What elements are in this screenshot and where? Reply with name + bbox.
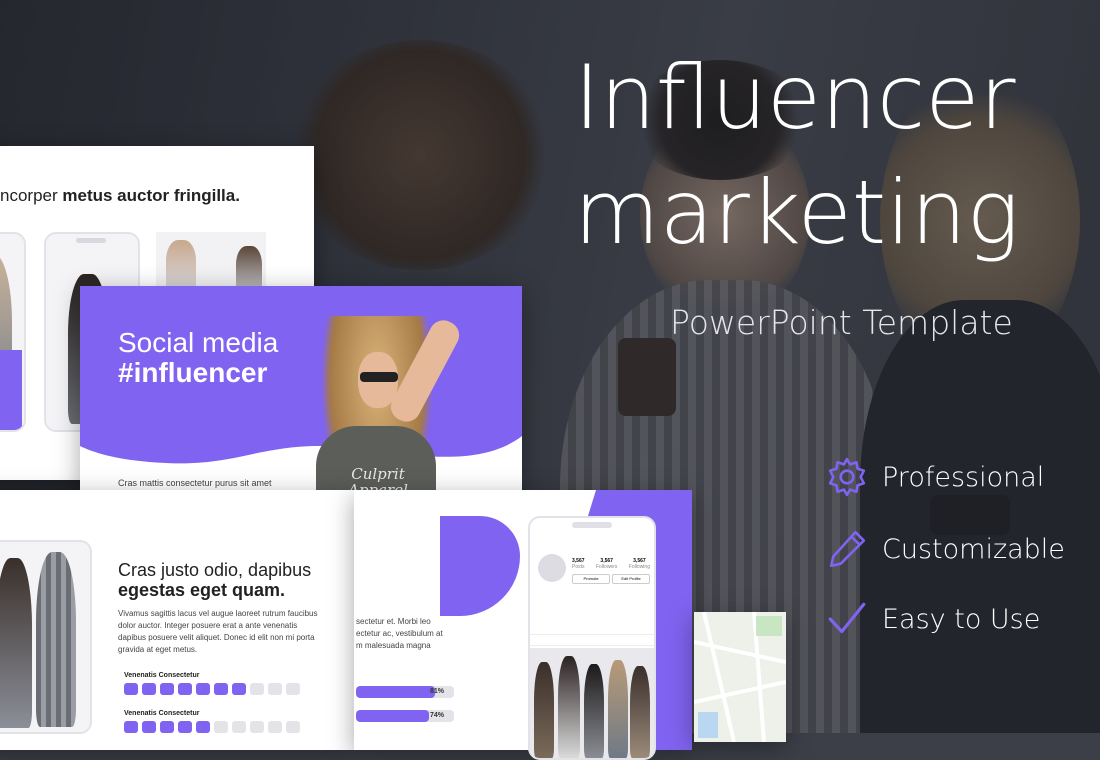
person-photo xyxy=(166,240,196,292)
profile-stats: 3,567 Posts 3,567 Followers 3,567 Follow… xyxy=(572,558,650,570)
purple-blob xyxy=(440,516,520,616)
sunglasses xyxy=(360,372,398,382)
checkmark-icon xyxy=(828,602,866,634)
promote-button[interactable]: Promote xyxy=(572,574,610,584)
feature-label: Easy to Use xyxy=(882,603,1041,635)
hero-title-line1: Influencer xyxy=(574,46,1016,149)
stat-following: 3,567 Following xyxy=(628,558,650,570)
progress-row-2: Venenatis Consectetur xyxy=(124,710,300,733)
person-photo xyxy=(558,656,580,758)
slide-bottom-left: Cras justo odio, dapibus egestas eget qu… xyxy=(0,490,354,750)
phone-mockup-left xyxy=(0,232,26,432)
percent-bar-fill xyxy=(356,710,429,722)
bar-segment xyxy=(178,683,192,695)
person-photo xyxy=(0,558,32,728)
person-photo xyxy=(534,662,554,758)
slide-bottom-heading: Cras justo odio, dapibus egestas eget qu… xyxy=(118,560,312,600)
bar-segment xyxy=(214,721,228,733)
bar-segment xyxy=(214,683,228,695)
person-photo xyxy=(584,664,604,758)
map-graphic xyxy=(694,612,786,742)
person-photo xyxy=(630,666,650,758)
stat-followers: 3,567 Followers xyxy=(595,558,618,570)
purple-corner xyxy=(0,490,10,540)
slide-bottom-body: Vivamus sagittis lacus vel augue laoreet… xyxy=(118,609,318,654)
bar-segment xyxy=(124,721,138,733)
bar-segment xyxy=(160,721,174,733)
profile-tabs xyxy=(530,634,654,646)
segment-bar xyxy=(124,721,300,733)
percent-bar-fill xyxy=(356,686,436,698)
bar-segment xyxy=(286,683,300,695)
bar-segment xyxy=(250,683,264,695)
slide-top-heading: ncorper metus auctor fringilla. xyxy=(0,186,240,205)
segment-bar xyxy=(124,683,300,695)
bar-segment xyxy=(196,683,210,695)
phone-notch xyxy=(76,238,106,243)
person-photo xyxy=(36,552,76,727)
bar-segment xyxy=(178,721,192,733)
hero-subtitle: PowerPoint Template xyxy=(670,303,1013,342)
phone-mockup-profile: 3,567 Posts 3,567 Followers 3,567 Follow… xyxy=(528,516,656,760)
bar-segment xyxy=(142,683,156,695)
bar-segment xyxy=(196,721,210,733)
percent-bar-2: 74% xyxy=(356,710,454,722)
profile-avatar xyxy=(538,554,566,582)
map-slide xyxy=(694,612,786,742)
edit-profile-button[interactable]: Edit Profile xyxy=(612,574,650,584)
percent-bar-1: 81% xyxy=(356,686,454,698)
feature-customizable: Customizable xyxy=(826,528,1065,570)
slide-caption: Cras mattis consectetur purus sit amet xyxy=(118,478,272,488)
purple-block xyxy=(0,350,22,430)
group-photo xyxy=(156,232,266,292)
bar-segment xyxy=(232,683,246,695)
phone-notch xyxy=(572,522,612,528)
bar-segment xyxy=(268,683,282,695)
person-photo xyxy=(608,660,628,758)
hero-title-line2: marketing xyxy=(574,161,1020,264)
slide-title: Social media #influencer xyxy=(118,327,279,388)
gear-icon xyxy=(828,457,866,497)
bar-segment xyxy=(268,721,282,733)
profile-grid-photo xyxy=(530,648,654,758)
stat-posts: 3,567 Posts xyxy=(572,558,585,570)
phone-mockup-bottom xyxy=(0,540,92,734)
feature-label: Customizable xyxy=(882,533,1065,565)
feature-easy-to-use: Easy to Use xyxy=(826,598,1040,640)
bar-segment xyxy=(286,721,300,733)
feature-professional: Professional xyxy=(826,456,1044,498)
bar-segment xyxy=(160,683,174,695)
slide-mid-text: sectetur et. Morbi leo ectetur ac, vesti… xyxy=(356,617,443,650)
bar-segment xyxy=(142,721,156,733)
map-park xyxy=(756,616,782,636)
map-water xyxy=(698,712,718,738)
progress-row-1: Venenatis Consectetur xyxy=(124,672,300,695)
bar-segment xyxy=(232,721,246,733)
pencil-icon xyxy=(829,530,866,568)
feature-label: Professional xyxy=(882,461,1045,493)
bar-segment xyxy=(250,721,264,733)
bar-segment xyxy=(124,683,138,695)
